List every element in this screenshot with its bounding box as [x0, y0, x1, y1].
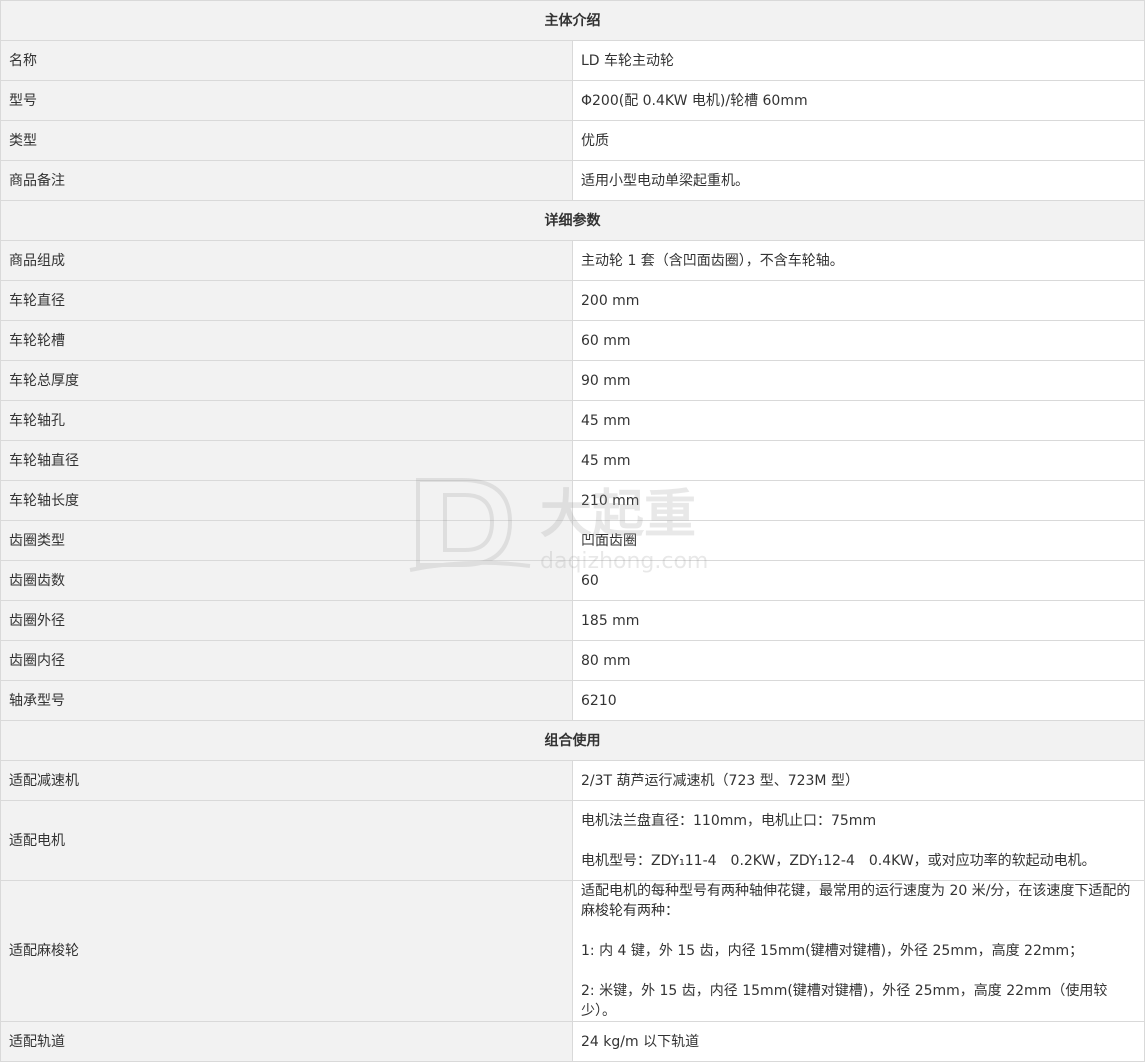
row-label: 车轮总厚度: [0, 360, 573, 401]
table-row: 车轮轴孔 45 mm: [0, 400, 1145, 441]
value-line: 电机型号：ZDY₁11-4 0.2KW，ZDY₁12-4 0.4KW，或对应功率…: [581, 852, 1096, 869]
value-line: 电机法兰盘直径：110mm，电机止口：75mm: [581, 812, 877, 829]
spec-table: 主体介绍 名称 LD 车轮主动轮 型号 Φ200(配 0.4KW 电机)/轮槽 …: [0, 0, 1145, 1062]
row-label: 适配电机: [0, 800, 573, 881]
table-row: 类型 优质: [0, 120, 1145, 161]
row-label: 型号: [0, 80, 573, 121]
row-value: 45 mm: [572, 400, 1145, 441]
row-value: 80 mm: [572, 640, 1145, 681]
row-value: 适配电机的每种型号有两种轴伸花键，最常用的运行速度为 20 米/分，在该速度下适…: [572, 880, 1145, 1022]
row-label: 齿圈类型: [0, 520, 573, 561]
row-label: 齿圈外径: [0, 600, 573, 641]
section-header-main-intro: 主体介绍: [0, 0, 1145, 41]
row-label: 车轮轴孔: [0, 400, 573, 441]
table-row: 适配麻梭轮 适配电机的每种型号有两种轴伸花键，最常用的运行速度为 20 米/分，…: [0, 880, 1145, 1022]
row-value: 185 mm: [572, 600, 1145, 641]
row-value: Φ200(配 0.4KW 电机)/轮槽 60mm: [572, 80, 1145, 121]
table-row: 型号 Φ200(配 0.4KW 电机)/轮槽 60mm: [0, 80, 1145, 121]
row-label: 商品备注: [0, 160, 573, 201]
table-row: 车轮轴长度 210 mm: [0, 480, 1145, 521]
table-row: 轴承型号 6210: [0, 680, 1145, 721]
section-title: 详细参数: [0, 200, 1145, 241]
row-value: 优质: [572, 120, 1145, 161]
row-value: 24 kg/m 以下轨道: [572, 1021, 1145, 1062]
row-label: 类型: [0, 120, 573, 161]
row-value: 6210: [572, 680, 1145, 721]
row-value: 210 mm: [572, 480, 1145, 521]
section-title: 组合使用: [0, 720, 1145, 761]
row-label: 轴承型号: [0, 680, 573, 721]
table-row: 商品组成 主动轮 1 套（含凹面齿圈），不含车轮轴。: [0, 240, 1145, 281]
row-value: 适用小型电动单梁起重机。: [572, 160, 1145, 201]
row-label: 适配轨道: [0, 1021, 573, 1062]
value-line: 适配电机的每种型号有两种轴伸花键，最常用的运行速度为 20 米/分，在该速度下适…: [581, 883, 1131, 919]
table-row: 车轮轴直径 45 mm: [0, 440, 1145, 481]
row-label: 齿圈内径: [0, 640, 573, 681]
row-label: 适配减速机: [0, 760, 573, 801]
row-value: 45 mm: [572, 440, 1145, 481]
row-value: 60 mm: [572, 320, 1145, 361]
table-row: 适配电机 电机法兰盘直径：110mm，电机止口：75mm 电机型号：ZDY₁11…: [0, 800, 1145, 881]
table-row: 齿圈内径 80 mm: [0, 640, 1145, 681]
value-line: 2: 米键，外 15 齿，内径 15mm(键槽对键槽)，外径 25mm，高度 2…: [581, 983, 1108, 1019]
table-row: 车轮直径 200 mm: [0, 280, 1145, 321]
value-line: 1: 内 4 键，外 15 齿，内径 15mm(键槽对键槽)，外径 25mm，高…: [581, 943, 1084, 959]
table-row: 车轮轮槽 60 mm: [0, 320, 1145, 361]
row-label: 商品组成: [0, 240, 573, 281]
table-row: 适配轨道 24 kg/m 以下轨道: [0, 1021, 1145, 1062]
table-row: 齿圈外径 185 mm: [0, 600, 1145, 641]
section-header-combined-use: 组合使用: [0, 720, 1145, 761]
row-value: 主动轮 1 套（含凹面齿圈），不含车轮轴。: [572, 240, 1145, 281]
row-label: 车轮轴长度: [0, 480, 573, 521]
row-label: 适配麻梭轮: [0, 880, 573, 1022]
row-label: 车轮直径: [0, 280, 573, 321]
row-value: 90 mm: [572, 360, 1145, 401]
row-value: 凹面齿圈: [572, 520, 1145, 561]
row-label: 车轮轴直径: [0, 440, 573, 481]
row-value: 2/3T 葫芦运行减速机（723 型、723M 型）: [572, 760, 1145, 801]
row-value: LD 车轮主动轮: [572, 40, 1145, 81]
row-value: 200 mm: [572, 280, 1145, 321]
section-header-detail-params: 详细参数: [0, 200, 1145, 241]
table-row: 名称 LD 车轮主动轮: [0, 40, 1145, 81]
row-value: 60: [572, 560, 1145, 601]
row-value: 电机法兰盘直径：110mm，电机止口：75mm 电机型号：ZDY₁11-4 0.…: [572, 800, 1145, 881]
table-row: 齿圈类型 凹面齿圈: [0, 520, 1145, 561]
row-label: 名称: [0, 40, 573, 81]
row-label: 齿圈齿数: [0, 560, 573, 601]
table-row: 商品备注 适用小型电动单梁起重机。: [0, 160, 1145, 201]
row-label: 车轮轮槽: [0, 320, 573, 361]
section-title: 主体介绍: [0, 0, 1145, 41]
table-row: 适配减速机 2/3T 葫芦运行减速机（723 型、723M 型）: [0, 760, 1145, 801]
table-row: 齿圈齿数 60: [0, 560, 1145, 601]
table-row: 车轮总厚度 90 mm: [0, 360, 1145, 401]
